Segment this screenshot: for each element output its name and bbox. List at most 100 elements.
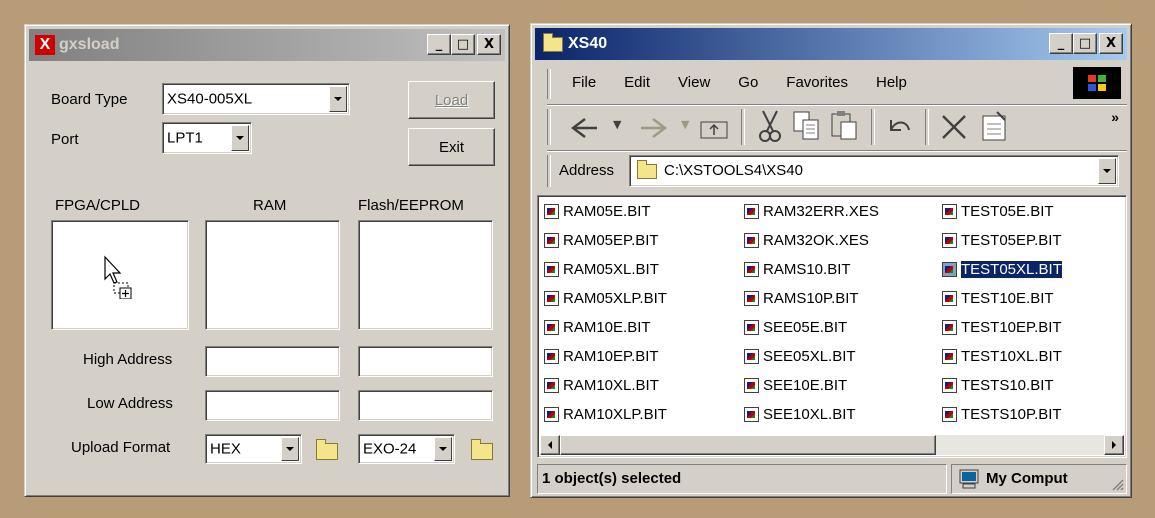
menu-edit[interactable]: Edit [624,74,650,91]
file-item[interactable]: TEST10XL.BIT [942,345,1062,367]
maximize-icon: □ [1078,36,1092,51]
file-item[interactable]: TEST05EP.BIT [942,229,1062,251]
menu-help[interactable]: Help [876,74,907,91]
file-name: TEST10XL.BIT [961,347,1062,365]
resize-grip-icon[interactable] [1110,477,1124,491]
bit-file-icon [942,406,957,422]
gxsload-titlebar[interactable]: X gxsload _ □ X [29,29,505,61]
file-name: RAM32OK.XES [763,231,869,249]
forward-dropdown-icon[interactable]: ▼ [681,118,689,131]
flash-drop-zone[interactable] [358,220,493,330]
explorer-titlebar[interactable]: XS40 _ □ X [535,28,1127,60]
exit-button[interactable]: Exit [408,128,495,166]
file-item[interactable]: RAM05E.BIT [544,200,651,222]
load-button-label: Load [434,91,469,109]
file-item[interactable]: RAM32ERR.XES [744,200,879,222]
scroll-right-button[interactable] [1104,435,1124,455]
file-item[interactable]: SEE10E.BIT [744,374,847,396]
file-item[interactable]: RAM10XLP.BIT [544,403,667,425]
ram-low-address-input[interactable] [205,390,340,421]
menu-file[interactable]: File [572,74,596,91]
menu-favorites[interactable]: Favorites [786,74,848,91]
chevron-down-icon[interactable] [1098,158,1116,184]
file-item[interactable]: TESTS10P.BIT [942,403,1062,425]
chevron-down-icon[interactable] [329,86,347,112]
flash-upload-format-select[interactable]: EXO-24 [358,434,455,464]
file-item[interactable]: RAM32OK.XES [744,229,869,251]
file-item[interactable]: TESTS10.BIT [942,374,1054,396]
forward-arrow-icon[interactable] [637,116,671,140]
file-item[interactable]: RAM10E.BIT [544,316,651,338]
file-name: RAM32ERR.XES [763,202,879,220]
maximize-button[interactable]: □ [1073,33,1097,54]
properties-icon[interactable] [979,110,1009,142]
file-name: RAM10E.BIT [563,318,651,336]
file-item[interactable]: TEST10E.BIT [942,287,1054,309]
fpga-drop-zone[interactable] [51,220,189,330]
file-item[interactable]: SEE10XL.BIT [744,403,856,425]
file-item[interactable]: TEST05XL.BIT [942,258,1063,280]
horizontal-scrollbar[interactable] [540,435,1124,455]
address-bar: Address C:\XSTOOLS4\XS40 [547,150,1127,189]
toolbar-more-icon[interactable]: » [1111,109,1119,125]
chevron-down-icon[interactable] [434,437,452,461]
board-type-select[interactable]: XS40-005XL [162,83,350,115]
bit-file-icon [942,319,957,335]
file-item[interactable]: RAMS10P.BIT [744,287,859,309]
close-button[interactable]: X [1099,33,1123,54]
file-item[interactable]: RAM10XL.BIT [544,374,659,396]
file-item[interactable]: RAM05XL.BIT [544,258,659,280]
address-label: Address [559,162,615,179]
file-name: RAMS10.BIT [763,260,851,278]
upload-format-label: Upload Format [71,439,171,456]
file-name: TESTS10.BIT [961,376,1054,394]
board-type-value: XS40-005XL [167,90,253,108]
ram-high-address-input[interactable] [205,346,340,377]
file-name: RAM10XLP.BIT [563,405,667,423]
minimize-button[interactable]: _ [427,34,451,55]
maximize-button[interactable]: □ [451,34,475,55]
scroll-left-button[interactable] [540,435,560,455]
file-list[interactable]: RAM05E.BIT RAM05EP.BIT RAM05XL.BIT RAM05XLP… [537,195,1127,458]
copy-icon[interactable] [791,109,823,143]
address-input[interactable]: C:\XSTOOLS4\XS40 [629,155,1119,187]
file-item[interactable]: RAM05XLP.BIT [544,287,667,309]
window-title: XS40 [568,35,608,52]
bit-file-icon [942,377,957,393]
file-item[interactable]: TEST10EP.BIT [942,316,1062,338]
toolbar: ▼ ▼ » [547,104,1127,149]
close-button[interactable]: X [477,34,501,55]
flash-browse-folder-icon[interactable] [471,439,493,460]
port-select[interactable]: LPT1 [162,122,252,154]
file-item[interactable]: RAMS10.BIT [744,258,851,280]
undo-icon[interactable] [885,112,915,142]
ram-browse-folder-icon[interactable] [316,439,338,460]
file-item[interactable]: RAM10EP.BIT [544,345,659,367]
file-item[interactable]: SEE05XL.BIT [744,345,856,367]
menu-go[interactable]: Go [738,74,758,91]
file-item[interactable]: RAM05EP.BIT [544,229,659,251]
paste-icon[interactable] [829,109,861,143]
folder-icon [543,32,563,52]
scroll-right-icon [1112,441,1116,449]
back-arrow-icon[interactable] [567,116,601,140]
bit-file-icon [744,319,759,335]
load-button[interactable]: Load [408,81,495,119]
scroll-thumb[interactable] [560,435,936,455]
delete-icon[interactable] [939,112,969,142]
cut-icon[interactable] [755,109,785,143]
file-item[interactable]: SEE05E.BIT [744,316,847,338]
minimize-button[interactable]: _ [1049,33,1073,54]
ram-upload-format-select[interactable]: HEX [205,434,302,464]
back-dropdown-icon[interactable]: ▼ [613,118,621,131]
file-name: TEST05XL.BIT [960,259,1063,279]
menu-view[interactable]: View [678,74,710,91]
flash-high-address-input[interactable] [358,346,493,377]
scroll-left-icon [548,441,552,449]
chevron-down-icon[interactable] [281,437,299,461]
ram-drop-zone[interactable] [205,220,340,330]
file-item[interactable]: TEST05E.BIT [942,200,1054,222]
flash-low-address-input[interactable] [358,390,493,421]
up-folder-icon[interactable] [699,114,731,140]
chevron-down-icon[interactable] [231,125,249,151]
